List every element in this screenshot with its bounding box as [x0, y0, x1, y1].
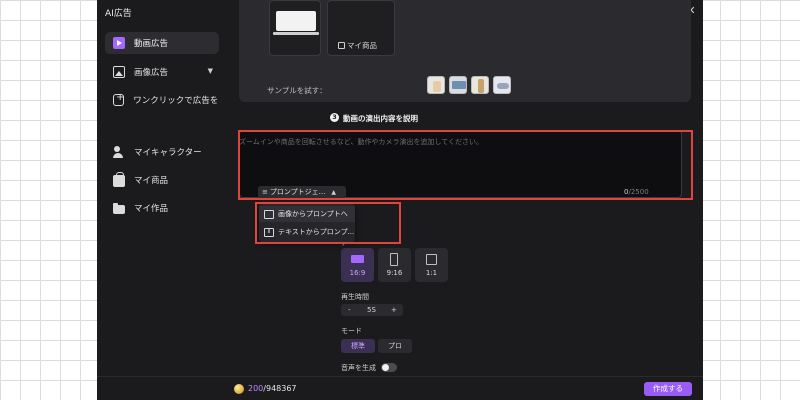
sidebar-item-video-ad[interactable]: 動画広告 — [105, 32, 219, 54]
product-panel: マイ商品 サンプルを試す： — [239, 0, 691, 102]
product-bag-icon — [338, 42, 345, 49]
highlight-dropdown-menu — [255, 202, 401, 244]
section-title: 動画の演出内容を説明 — [343, 114, 418, 123]
increment-button[interactable]: + — [391, 306, 397, 314]
sample-perfume-thumbnail[interactable] — [427, 76, 445, 94]
ratio-label: 9:16 — [386, 269, 403, 277]
product-laptop-thumbnail[interactable] — [269, 0, 321, 56]
ratio-16-9-button[interactable]: 16:9 — [341, 248, 374, 282]
my-product-card[interactable]: マイ商品 — [327, 0, 395, 56]
ratio-label: 1:1 — [425, 269, 438, 277]
sidebar-item-one-click-ad[interactable]: ワンクリックで広告を... — [105, 89, 219, 111]
my-product-label: マイ商品 — [338, 40, 377, 51]
audio-label: 音声を生成 — [341, 364, 376, 372]
character-icon — [113, 146, 125, 158]
image-icon — [113, 66, 125, 78]
product-bag-icon — [113, 172, 125, 187]
coin-icon — [234, 384, 244, 394]
sample-laptop-thumbnail[interactable] — [449, 76, 467, 94]
section-number: 3 — [330, 113, 339, 122]
mode-pro-button[interactable]: プロ — [378, 339, 412, 353]
sidebar-item-my-characters[interactable]: マイキャラクター — [105, 141, 219, 163]
square-icon — [426, 254, 437, 265]
sidebar-item-label: マイ作品 — [134, 204, 169, 214]
audio-toggle[interactable] — [381, 363, 397, 372]
bottom-bar: 200/948367 作成する — [97, 376, 703, 400]
duration-value: 5S — [367, 306, 376, 314]
laptop-screen — [276, 11, 316, 31]
sample-glasses-thumbnail[interactable] — [493, 76, 511, 94]
sidebar: 動画広告 画像広告 ▼ ワンクリックで広告を... マイキャラクター マイ商品 … — [97, 24, 227, 376]
highlight-prompt-area — [238, 130, 693, 200]
create-button[interactable]: 作成する — [644, 382, 692, 396]
sample-bottle-thumbnail[interactable] — [471, 76, 489, 94]
ratio-label: 16:9 — [349, 269, 366, 277]
sidebar-item-my-products[interactable]: マイ商品 — [105, 169, 219, 191]
credit-cost: 200/948367 — [248, 384, 297, 393]
landscape-icon — [351, 255, 364, 263]
folder-icon — [113, 202, 125, 214]
one-click-ad-icon — [113, 92, 125, 106]
chevron-down-icon: ▼ — [207, 67, 213, 75]
duration-stepper: - 5S + — [341, 304, 403, 316]
sidebar-item-label: ワンクリックで広告を... — [133, 96, 219, 106]
laptop-base — [273, 32, 319, 35]
ratio-1-1-button[interactable]: 1:1 — [415, 248, 448, 282]
sidebar-item-my-works[interactable]: マイ作品 — [105, 197, 219, 219]
credits-total: /948367 — [263, 384, 297, 393]
app-title: AI広告 — [105, 9, 132, 19]
credits-used: 200 — [248, 384, 264, 393]
video-icon — [113, 37, 125, 49]
portrait-icon — [390, 253, 398, 266]
decrement-button[interactable]: - — [348, 306, 351, 314]
app-window: AI広告 948367 + ⟳ — ✕ 動画広告 画像広告 ▼ ワンクリックで広… — [97, 0, 703, 400]
sidebar-item-label: マイキャラクター — [134, 148, 202, 158]
sidebar-item-label: マイ商品 — [134, 176, 169, 186]
my-product-text: マイ商品 — [347, 41, 377, 50]
sidebar-item-label: 動画広告 — [134, 39, 169, 49]
mode-label: モード — [341, 327, 362, 335]
duration-label: 再生時間 — [341, 293, 369, 301]
sidebar-item-image-ad[interactable]: 画像広告 ▼ — [105, 61, 219, 83]
mode-standard-button[interactable]: 標準 — [341, 339, 375, 353]
ratio-9-16-button[interactable]: 9:16 — [378, 248, 411, 282]
sidebar-item-label: 画像広告 — [134, 68, 169, 78]
sample-label: サンプルを試す： — [267, 86, 327, 95]
